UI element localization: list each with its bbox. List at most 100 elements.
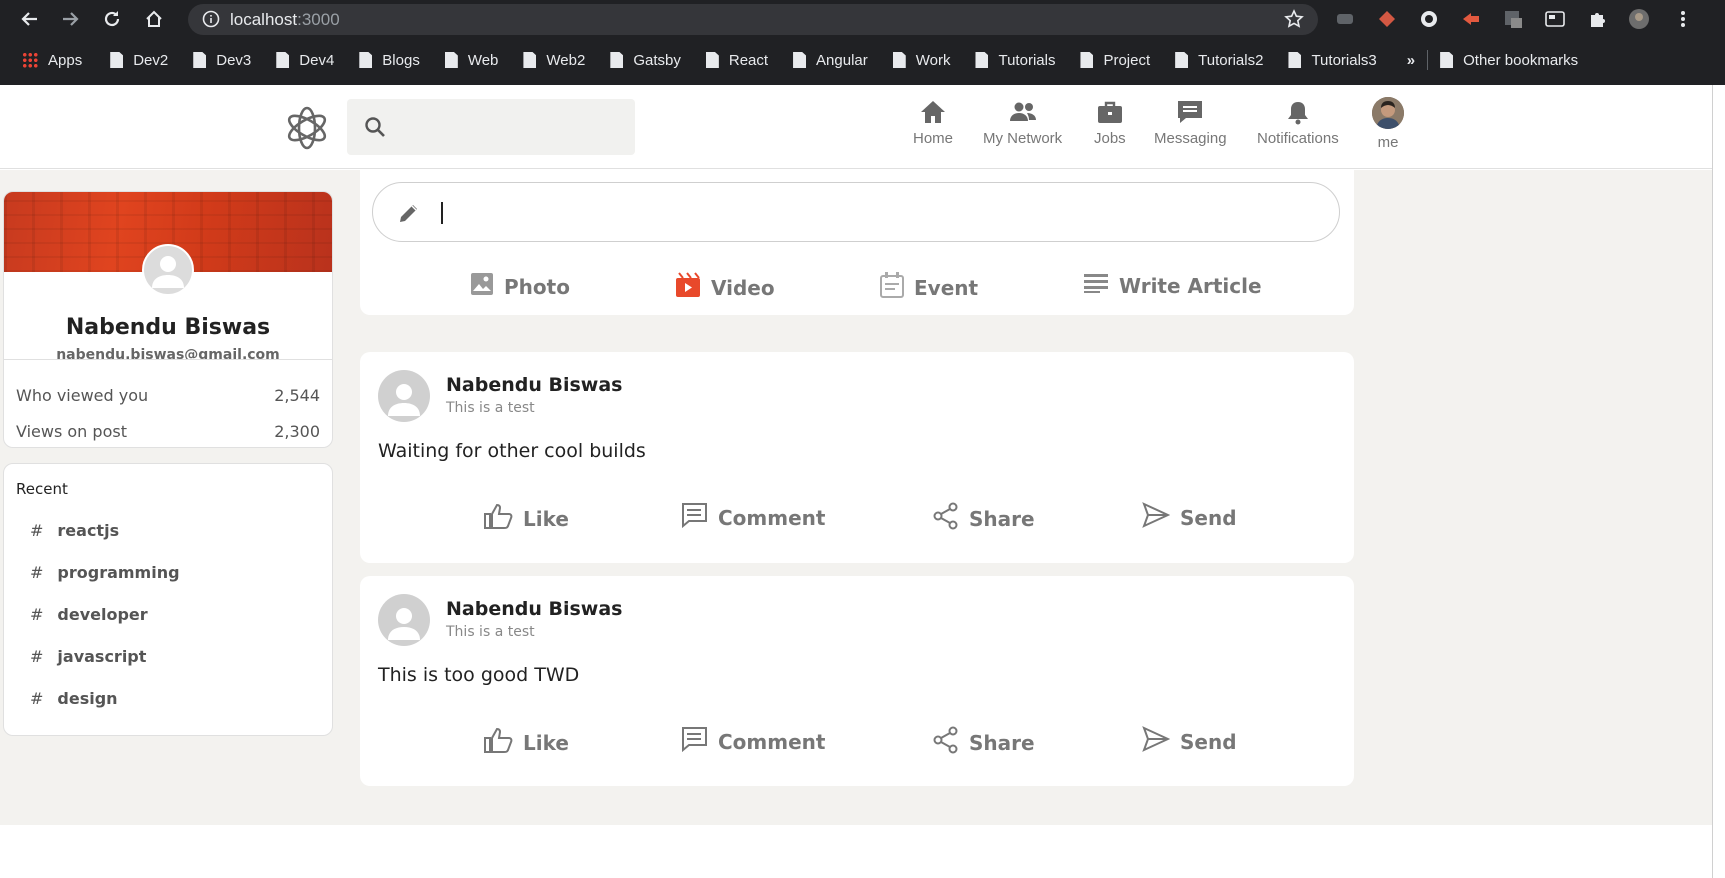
action-label: Like [523, 506, 569, 531]
home-browser-icon[interactable] [140, 5, 168, 33]
bookmark-label: Apps [48, 51, 83, 69]
stat-row[interactable]: Views on post 2,300 [16, 422, 320, 441]
post-author[interactable]: Nabendu Biswas [446, 598, 622, 620]
option-label: Video [711, 275, 775, 300]
send-button[interactable]: Send [1142, 726, 1237, 757]
recent-tag[interactable]: # developer [30, 605, 148, 624]
back-icon[interactable] [16, 5, 44, 33]
folder-icon [1288, 52, 1302, 68]
composer-event-button[interactable]: Event [880, 272, 978, 303]
bookmark-folder[interactable]: Dev2 [110, 45, 168, 75]
bookmark-label: Project [1103, 51, 1151, 69]
search-box[interactable] [347, 99, 635, 155]
bookmarks-overflow-button[interactable]: » [1407, 45, 1415, 75]
send-button[interactable]: Send [1142, 502, 1237, 533]
post-input[interactable] [372, 182, 1340, 242]
calendar-icon [880, 272, 914, 303]
bookmark-star-icon[interactable] [1284, 9, 1304, 33]
forward-icon[interactable] [56, 5, 84, 33]
nav-home[interactable]: Home [913, 99, 953, 147]
composer-photo-button[interactable]: Photo [470, 272, 570, 301]
post-message: Waiting for other cool builds [378, 440, 646, 462]
profile-avatar[interactable] [142, 244, 194, 296]
nav-jobs[interactable]: Jobs [1094, 99, 1126, 147]
bookmark-folder[interactable]: Blogs [359, 45, 420, 75]
comment-button[interactable]: Comment [680, 502, 825, 533]
folder-icon [793, 52, 807, 68]
folder-icon [975, 52, 989, 68]
people-icon [1008, 99, 1038, 125]
extension-icon[interactable] [1544, 8, 1566, 30]
scrollbar-track[interactable] [1712, 85, 1725, 878]
extension-icon[interactable] [1334, 8, 1356, 30]
action-label: Comment [718, 729, 826, 754]
bookmark-folder[interactable]: Tutorials3 [1288, 45, 1377, 75]
bookmark-folder[interactable]: React [705, 45, 768, 75]
browser-toolbar: localhost:3000 [0, 0, 1725, 38]
share-button[interactable]: Share [933, 502, 1035, 535]
post-avatar[interactable] [378, 594, 430, 646]
bookmark-folder[interactable]: Gatsby [610, 45, 681, 75]
reload-icon[interactable] [98, 5, 126, 33]
bookmark-folder[interactable]: Dev3 [193, 45, 251, 75]
stat-value: 2,300 [274, 422, 320, 441]
nav-messaging[interactable]: Messaging [1154, 99, 1227, 147]
like-button[interactable]: Like [483, 726, 569, 759]
stat-row[interactable]: Who viewed you 2,544 [16, 386, 320, 405]
nav-label: Messaging [1154, 130, 1227, 147]
menu-kebab-icon[interactable] [1672, 8, 1694, 30]
bookmark-folder[interactable]: Tutorials2 [1175, 45, 1263, 75]
nav-my-network[interactable]: My Network [983, 99, 1062, 147]
recent-tag[interactable]: # design [30, 689, 118, 708]
address-bar[interactable]: localhost:3000 [188, 4, 1318, 35]
bookmark-folder[interactable]: Web2 [523, 45, 585, 75]
extension-icon[interactable] [1418, 8, 1440, 30]
bookmark-folder[interactable]: Project [1080, 45, 1150, 75]
bookmark-apps[interactable]: Apps [22, 45, 82, 75]
bookmark-label: Tutorials3 [1311, 51, 1377, 69]
recent-tag[interactable]: # reactjs [30, 521, 119, 540]
folder-icon [276, 52, 290, 68]
post-author[interactable]: Nabendu Biswas [446, 374, 622, 396]
folder-icon [610, 52, 624, 68]
extension-icon[interactable] [1460, 8, 1482, 30]
option-label: Event [914, 275, 979, 300]
folder-icon [110, 52, 124, 68]
bookmark-folder[interactable]: Work [892, 45, 950, 75]
profile-name: Nabendu Biswas [65, 315, 271, 340]
like-button[interactable]: Like [483, 502, 569, 535]
bookmark-label: Web [467, 51, 499, 69]
stat-label: Who viewed you [16, 386, 149, 405]
bookmark-folder[interactable]: Dev4 [276, 45, 334, 75]
comment-button[interactable]: Comment [680, 726, 825, 757]
bookmark-folder[interactable]: Tutorials [975, 45, 1055, 75]
recent-title: Recent [16, 480, 68, 498]
hash-icon: # [30, 689, 44, 708]
extensions-puzzle-icon[interactable] [1586, 8, 1608, 30]
profile-icon[interactable] [1628, 8, 1650, 30]
composer-write-article-button[interactable]: Write Article [1083, 272, 1262, 299]
recent-tag[interactable]: # programming [30, 563, 180, 582]
home-icon [919, 99, 947, 125]
extension-icon[interactable] [1376, 8, 1398, 30]
stat-label: Views on post [16, 422, 127, 441]
option-label: Write Article [1119, 273, 1262, 298]
bookmark-folder[interactable]: Web [444, 45, 499, 75]
bookmark-folder[interactable]: Angular [793, 45, 868, 75]
nav-label: Home [913, 130, 954, 147]
info-icon[interactable] [202, 10, 220, 32]
bookmark-label: Web2 [546, 51, 586, 69]
composer-video-button[interactable]: Video [675, 272, 775, 303]
nav-label: me [1377, 134, 1399, 151]
search-input[interactable] [397, 111, 617, 143]
hash-icon: # [30, 521, 44, 540]
post-avatar[interactable] [378, 370, 430, 422]
extension-icon[interactable] [1502, 8, 1524, 30]
nav-me[interactable]: me [1372, 97, 1404, 151]
share-button[interactable]: Share [933, 726, 1035, 759]
nav-notifications[interactable]: Notifications [1257, 99, 1339, 147]
app-logo[interactable] [284, 105, 330, 151]
bookmark-label: Dev4 [299, 51, 335, 69]
other-bookmarks[interactable]: Other bookmarks [1440, 45, 1578, 75]
recent-tag[interactable]: # javascript [30, 647, 146, 666]
